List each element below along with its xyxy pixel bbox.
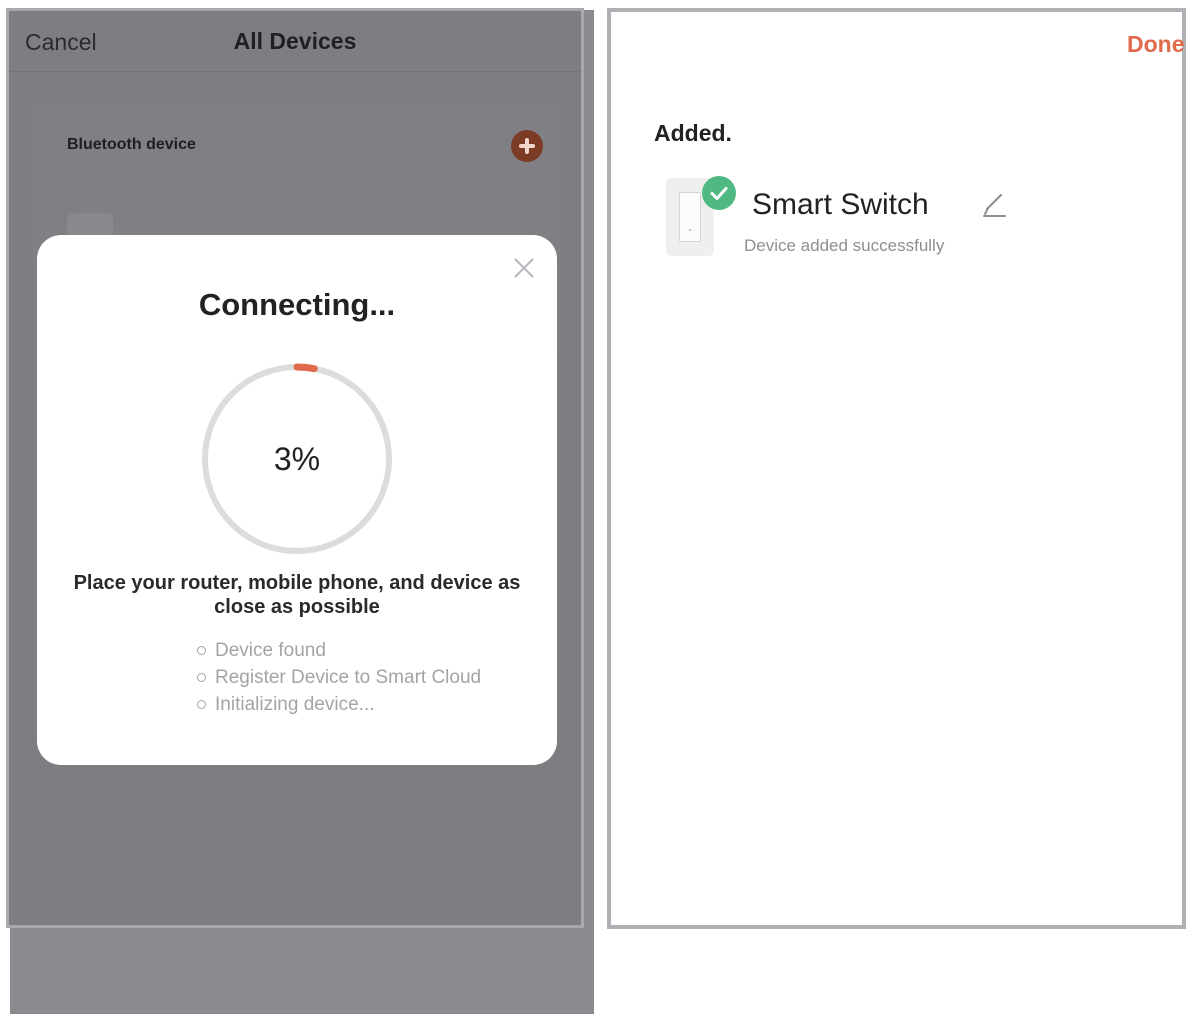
close-icon[interactable] [511, 255, 537, 281]
step-label: Device found [215, 640, 326, 661]
step-label: Register Device to Smart Cloud [215, 667, 482, 688]
progress-percent: 3% [273, 441, 321, 477]
all-devices-screen: Cancel All Devices Bluetooth device Conn… [6, 8, 584, 928]
check-icon [702, 176, 736, 210]
step-dot-icon [197, 646, 206, 655]
device-status: Device added successfully [744, 236, 945, 255]
nav-bar: Cancel All Devices [9, 11, 581, 72]
step-dot-icon [197, 700, 206, 709]
connecting-modal: Connecting... 3% Place your router, mobi… [37, 235, 557, 765]
page-title: All Devices [233, 28, 357, 54]
step-item: Initializing device... [197, 691, 481, 718]
modal-title: Connecting... [198, 287, 396, 322]
step-label: Initializing device... [215, 694, 375, 715]
plus-circle-icon[interactable] [511, 130, 543, 162]
switch-plate [679, 192, 701, 242]
added-title: Added. [654, 120, 732, 146]
step-item: Device found [197, 637, 481, 664]
device-added-screen: Done Added. Smart Switch Device added su… [607, 8, 1186, 929]
connection-steps: Device found Register Device to Smart Cl… [197, 637, 481, 718]
device-name: Smart Switch [752, 188, 929, 221]
step-dot-icon [197, 673, 206, 682]
bluetooth-device-label: Bluetooth device [67, 136, 196, 153]
done-button[interactable]: Done [1127, 31, 1185, 58]
placement-hint: Place your router, mobile phone, and dev… [73, 572, 521, 618]
step-item: Register Device to Smart Cloud [197, 664, 481, 691]
pencil-icon[interactable] [981, 190, 1007, 218]
